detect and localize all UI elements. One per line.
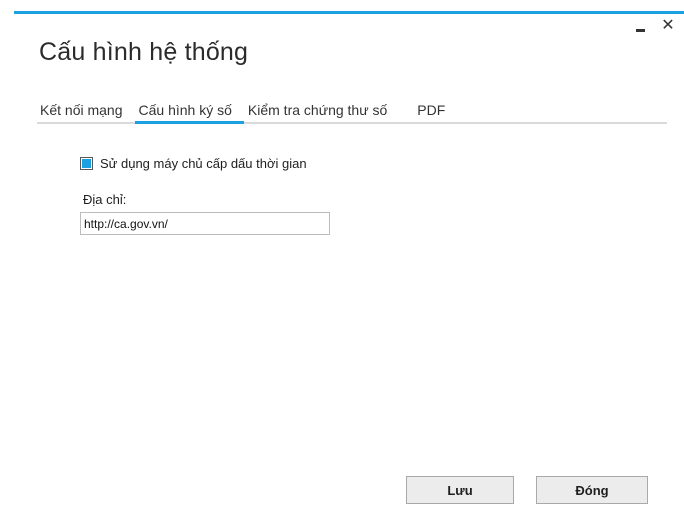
minimize-button[interactable] bbox=[632, 18, 648, 34]
tab-network[interactable]: Kết nối mạng bbox=[37, 98, 135, 124]
tab-signing-config[interactable]: Cấu hình ký số bbox=[134, 98, 244, 124]
window-controls: ✕ bbox=[632, 18, 676, 34]
address-input[interactable] bbox=[80, 212, 330, 235]
save-button[interactable]: Lưu bbox=[406, 476, 514, 504]
tab-certificate-check[interactable]: Kiểm tra chứng thư số bbox=[244, 98, 413, 124]
close-icon: ✕ bbox=[661, 17, 675, 34]
tab-bar: Kết nối mạng Cấu hình ký số Kiểm tra chứ… bbox=[37, 94, 667, 124]
config-dialog: ✕ Cấu hình hệ thống Kết nối mạng Cấu hìn… bbox=[0, 0, 684, 524]
checkbox-checked-mark bbox=[82, 159, 91, 168]
address-label: Địa chỉ: bbox=[83, 192, 127, 207]
close-button[interactable]: Đóng bbox=[536, 476, 648, 504]
tab-pdf[interactable]: PDF bbox=[413, 98, 453, 124]
use-timestamp-server-label: Sử dụng máy chủ cấp dấu thời gian bbox=[100, 156, 307, 171]
title-accent-bar bbox=[14, 11, 684, 14]
minimize-icon bbox=[635, 28, 645, 32]
use-timestamp-server-option[interactable]: Sử dụng máy chủ cấp dấu thời gian bbox=[80, 156, 307, 171]
dialog-title: Cấu hình hệ thống bbox=[39, 38, 249, 66]
close-window-button[interactable]: ✕ bbox=[660, 18, 676, 34]
use-timestamp-server-checkbox[interactable] bbox=[80, 157, 93, 170]
